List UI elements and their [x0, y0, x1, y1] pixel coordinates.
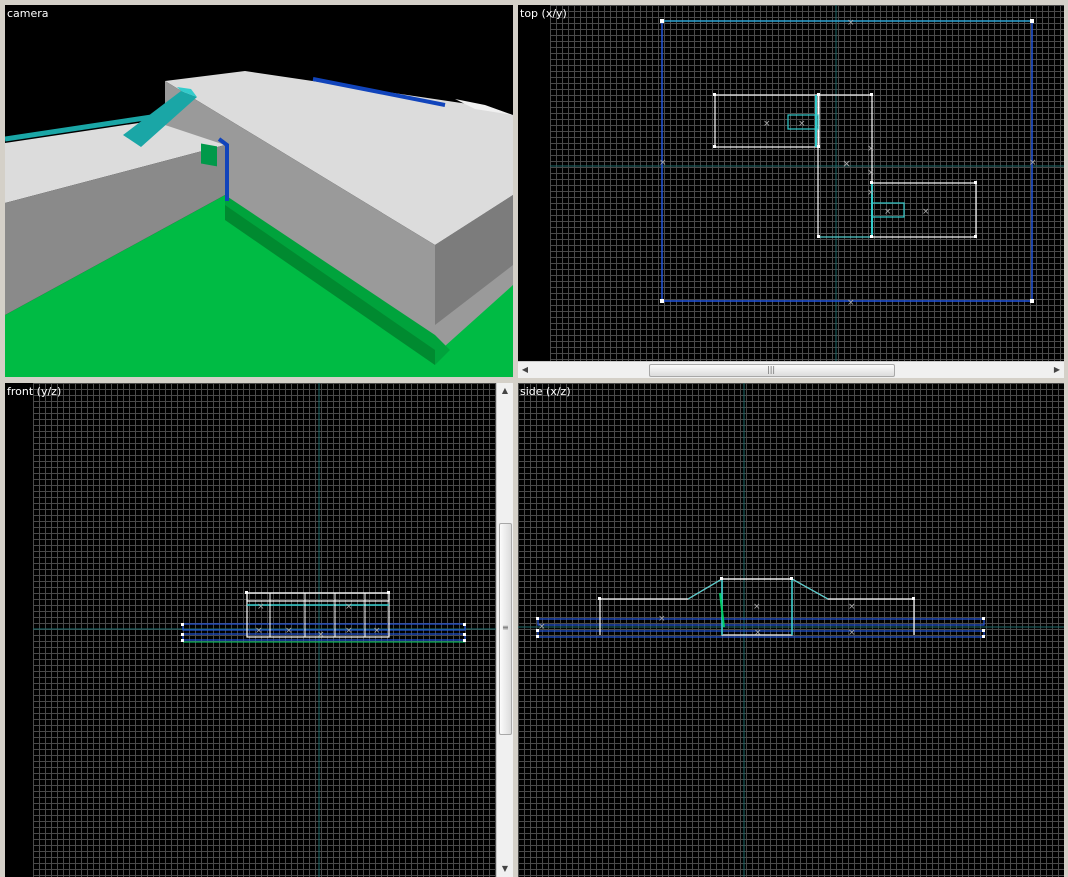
camera-3d-scene [5, 71, 513, 377]
svg-text:×: × [1029, 158, 1037, 168]
svg-text:×: × [847, 298, 855, 308]
front-scroll-thumb[interactable]: ≡ [499, 523, 512, 735]
svg-text:×: × [753, 602, 761, 612]
front-brush-layer: × × × × × × × [33, 383, 496, 877]
arrow-left-icon[interactable]: ◀ [520, 364, 530, 376]
svg-text:×: × [317, 630, 325, 640]
side-viewport[interactable]: side (x/z) × × × × × × [518, 383, 1064, 877]
svg-text:×: × [285, 626, 293, 636]
top-brush-layer: × × × × × × × × × × × × [550, 5, 1064, 361]
svg-text:×: × [798, 119, 806, 129]
top-viewport[interactable]: top (x/y) × × × × × × × × × × × × [518, 5, 1064, 361]
svg-text:×: × [345, 626, 353, 636]
svg-text:×: × [867, 168, 875, 178]
side-viewport-label: side (x/z) [520, 385, 571, 398]
green-window [201, 143, 217, 167]
top-viewport-label: top (x/y) [520, 7, 567, 20]
svg-text:×: × [345, 602, 353, 612]
front-vertical-scrollbar[interactable]: ▲ ≡ ▼ [496, 383, 513, 877]
svg-text:×: × [538, 622, 546, 632]
svg-text:×: × [847, 18, 855, 28]
arrow-right-icon[interactable]: ▶ [1052, 364, 1062, 376]
svg-text:×: × [763, 119, 771, 129]
svg-text:×: × [658, 614, 666, 624]
svg-text:×: × [257, 602, 265, 612]
svg-text:×: × [659, 158, 667, 168]
arrow-up-icon[interactable]: ▲ [499, 385, 511, 397]
top-scroll-thumb[interactable]: ||| [649, 364, 895, 377]
top-horizontal-scrollbar[interactable]: ◀ ||| ▶ [518, 361, 1064, 378]
arrow-down-icon[interactable]: ▼ [499, 863, 511, 875]
front-viewport[interactable]: front (y/z) × × × × × × × [5, 383, 496, 877]
svg-text:×: × [867, 144, 875, 154]
svg-text:×: × [884, 207, 892, 217]
svg-text:×: × [922, 207, 930, 217]
svg-text:×: × [848, 602, 856, 612]
svg-text:×: × [842, 157, 851, 170]
camera-viewport[interactable]: camera [5, 5, 513, 377]
svg-text:×: × [373, 626, 381, 636]
camera-viewport-label: camera [7, 7, 49, 20]
svg-text:×: × [754, 628, 762, 638]
side-brush-layer: × × × × × × [518, 383, 1064, 877]
svg-text:×: × [255, 626, 263, 636]
svg-text:×: × [848, 628, 856, 638]
front-viewport-label: front (y/z) [7, 385, 62, 398]
svg-text:×: × [867, 188, 875, 198]
